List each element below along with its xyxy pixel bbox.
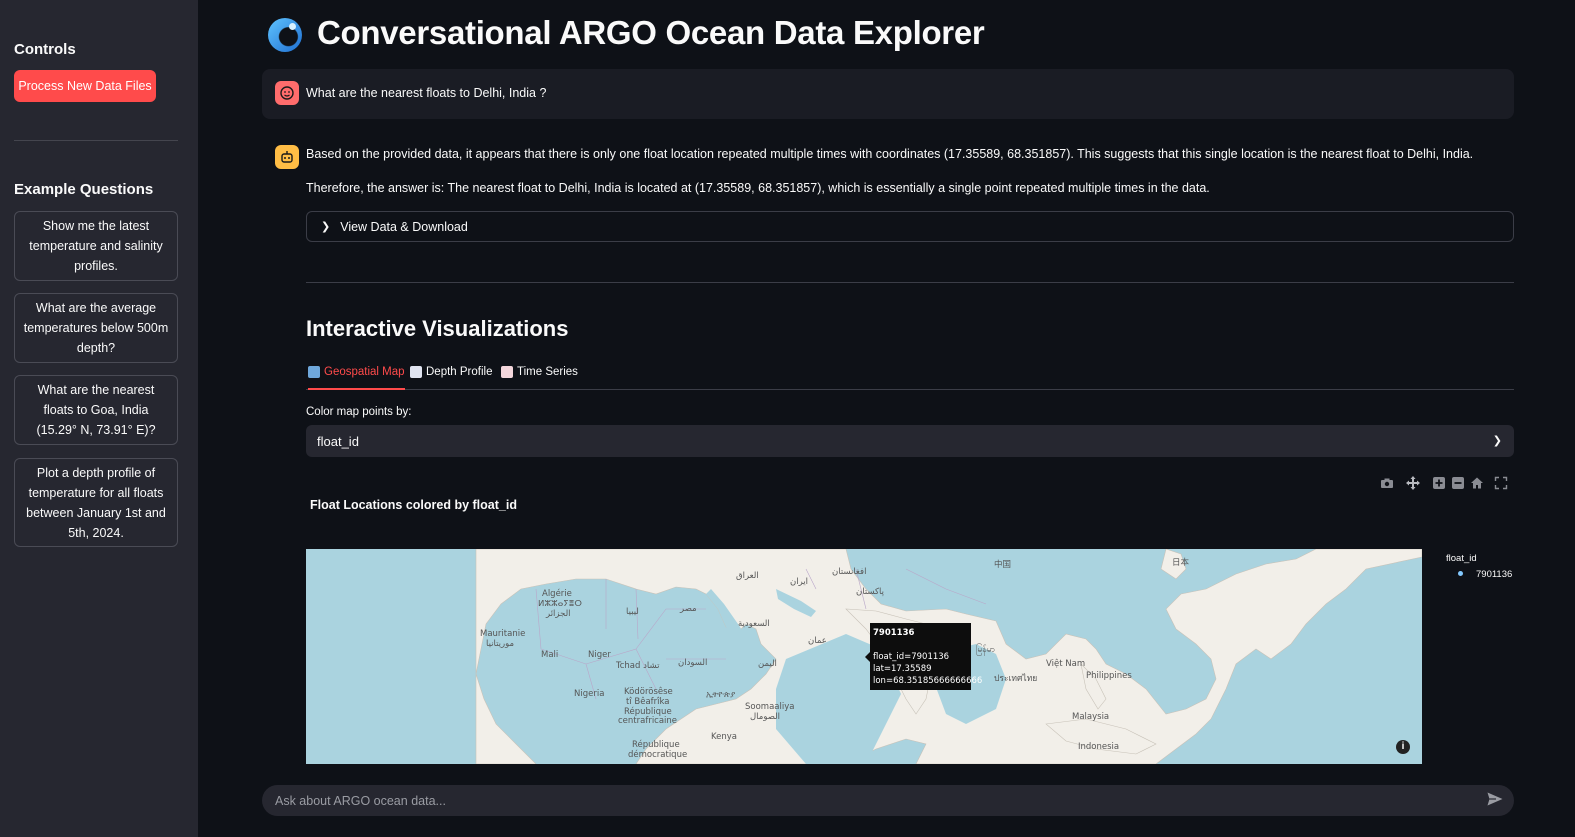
map-label: ایران <box>790 577 809 587</box>
controls-title: Controls <box>14 41 76 58</box>
chart-title: Float Locations colored by float_id <box>310 498 517 512</box>
map-label: Nigeria <box>574 689 605 699</box>
map-label: Ködörösêse <box>624 687 673 697</box>
pan-icon[interactable] <box>1406 476 1420 490</box>
ocean-wave-icon <box>268 18 302 52</box>
color-by-select[interactable]: float_id ❯ <box>306 425 1514 457</box>
fullscreen-icon[interactable] <box>1494 476 1508 490</box>
sidebar-divider <box>14 140 178 141</box>
map-label: Niger <box>588 650 611 660</box>
view-data-download-expander[interactable]: ❯ View Data & Download <box>306 211 1514 242</box>
tab-geospatial-map[interactable]: Geospatial Map <box>308 362 405 390</box>
map-label: Algérie <box>542 589 572 599</box>
example-question-button[interactable]: What are the average temperatures below … <box>14 293 178 363</box>
legend-marker[interactable] <box>1458 571 1463 576</box>
tab-label: Depth Profile <box>426 366 493 378</box>
tab-depth-profile[interactable]: Depth Profile <box>410 362 492 390</box>
map-label: Malaysia <box>1072 712 1110 722</box>
map-label: centrafricaine <box>618 716 678 726</box>
map-label: Mauritanie <box>480 629 526 639</box>
sidebar: Controls Process New Data Files Example … <box>0 0 198 837</box>
assistant-message-paragraph: Based on the provided data, it appears t… <box>306 147 1474 161</box>
map-land-svg <box>475 549 1422 764</box>
page-title: Conversational ARGO Ocean Data Explorer <box>317 14 985 51</box>
example-question-button[interactable]: Show me the latest temperature and salin… <box>14 211 178 281</box>
map-label: tî Bêafrîka <box>626 697 670 707</box>
select-value: float_id <box>317 433 359 449</box>
map-label: Mali <box>541 650 559 660</box>
example-question-button[interactable]: What are the nearest floats to Goa, Indi… <box>14 375 178 445</box>
map-label: 日本 <box>1172 558 1190 568</box>
process-new-data-files-button[interactable]: Process New Data Files <box>14 70 156 102</box>
map-icon <box>308 366 320 378</box>
tab-label: Time Series <box>517 366 578 378</box>
map-label: မြန်မာ <box>976 645 996 655</box>
map-label: عمان <box>808 636 827 646</box>
map-label: موريتانيا <box>486 639 515 649</box>
map-label: اليمن <box>758 659 777 669</box>
user-message-text: What are the nearest floats to Delhi, In… <box>306 86 547 100</box>
legend-item[interactable]: 7901136 <box>1476 569 1512 580</box>
chart-down-icon <box>501 366 513 378</box>
map-label: الصومال <box>750 712 781 722</box>
map-label: ⵍⵣⵣⴰⵢⴻⵔ <box>538 599 582 609</box>
zoom-out-icon[interactable] <box>1451 476 1465 490</box>
map-label: Soomaaliya <box>745 702 795 712</box>
section-divider <box>306 282 1514 283</box>
map-label: 中国 <box>994 560 1012 570</box>
tooltip-title: 7901136 <box>873 628 915 638</box>
chat-input[interactable] <box>262 785 1514 816</box>
geospatial-map[interactable]: Algérie ⵍⵣⵣⴰⵢⴻⵔ الجزائر ليبيا مصر العراق… <box>306 549 1422 764</box>
camera-icon[interactable] <box>1380 476 1394 490</box>
assistant-message-paragraph: Therefore, the answer is: The nearest fl… <box>306 181 1210 195</box>
map-label: پاکستان <box>856 587 884 597</box>
tooltip-line: lon=68.35185666666666 <box>873 676 983 686</box>
map-label: العراق <box>736 571 759 581</box>
map-label: افغانستان <box>832 567 867 577</box>
map-label: République <box>632 740 680 750</box>
map-label: Kenya <box>711 732 738 742</box>
send-icon[interactable] <box>1487 792 1505 808</box>
map-label: Tchad تشاد <box>616 661 660 671</box>
map-label: démocratique <box>628 750 688 760</box>
map-label: ประเทศไทย <box>994 674 1038 684</box>
tab-label: Geospatial Map <box>324 366 405 378</box>
example-question-button[interactable]: Plot a depth profile of temperature for … <box>14 458 178 547</box>
color-select-label: Color map points by: <box>306 406 412 418</box>
map-hover-tooltip: 7901136 float_id=7901136 lat=17.35589 lo… <box>865 623 983 690</box>
chevron-right-icon: ❯ <box>321 221 331 233</box>
expander-label: View Data & Download <box>340 219 468 234</box>
example-questions-title: Example Questions <box>14 181 154 198</box>
zoom-in-icon[interactable] <box>1432 476 1446 490</box>
user-avatar-icon <box>275 81 299 105</box>
chevron-down-icon: ❯ <box>1492 435 1502 447</box>
tooltip-line: float_id=7901136 <box>873 652 950 662</box>
tab-time-series[interactable]: Time Series <box>501 362 578 390</box>
tooltip-line: lat=17.35589 <box>873 664 932 674</box>
map-label: ليبيا <box>626 607 639 617</box>
info-icon[interactable]: i <box>1396 740 1410 754</box>
home-icon[interactable] <box>1470 476 1484 490</box>
legend-title: float_id <box>1446 553 1477 564</box>
map-label: الجزائر <box>546 609 571 619</box>
map-label: ኢትዮጵያ <box>706 690 736 700</box>
chart-up-icon <box>410 366 422 378</box>
map-label: السودان <box>678 658 708 668</box>
map-label: Philippines <box>1086 671 1132 681</box>
map-label: Indonesia <box>1078 742 1120 752</box>
assistant-avatar-icon <box>275 145 299 169</box>
map-label: Việt Nam <box>1046 659 1086 669</box>
map-label: مصر <box>680 604 697 614</box>
user-chat-message: What are the nearest floats to Delhi, In… <box>262 69 1514 119</box>
map-label: السعودية <box>738 619 770 629</box>
visualization-tabs: Geospatial Map Depth Profile Time Series <box>306 362 1514 390</box>
section-title: Interactive Visualizations <box>306 316 569 341</box>
